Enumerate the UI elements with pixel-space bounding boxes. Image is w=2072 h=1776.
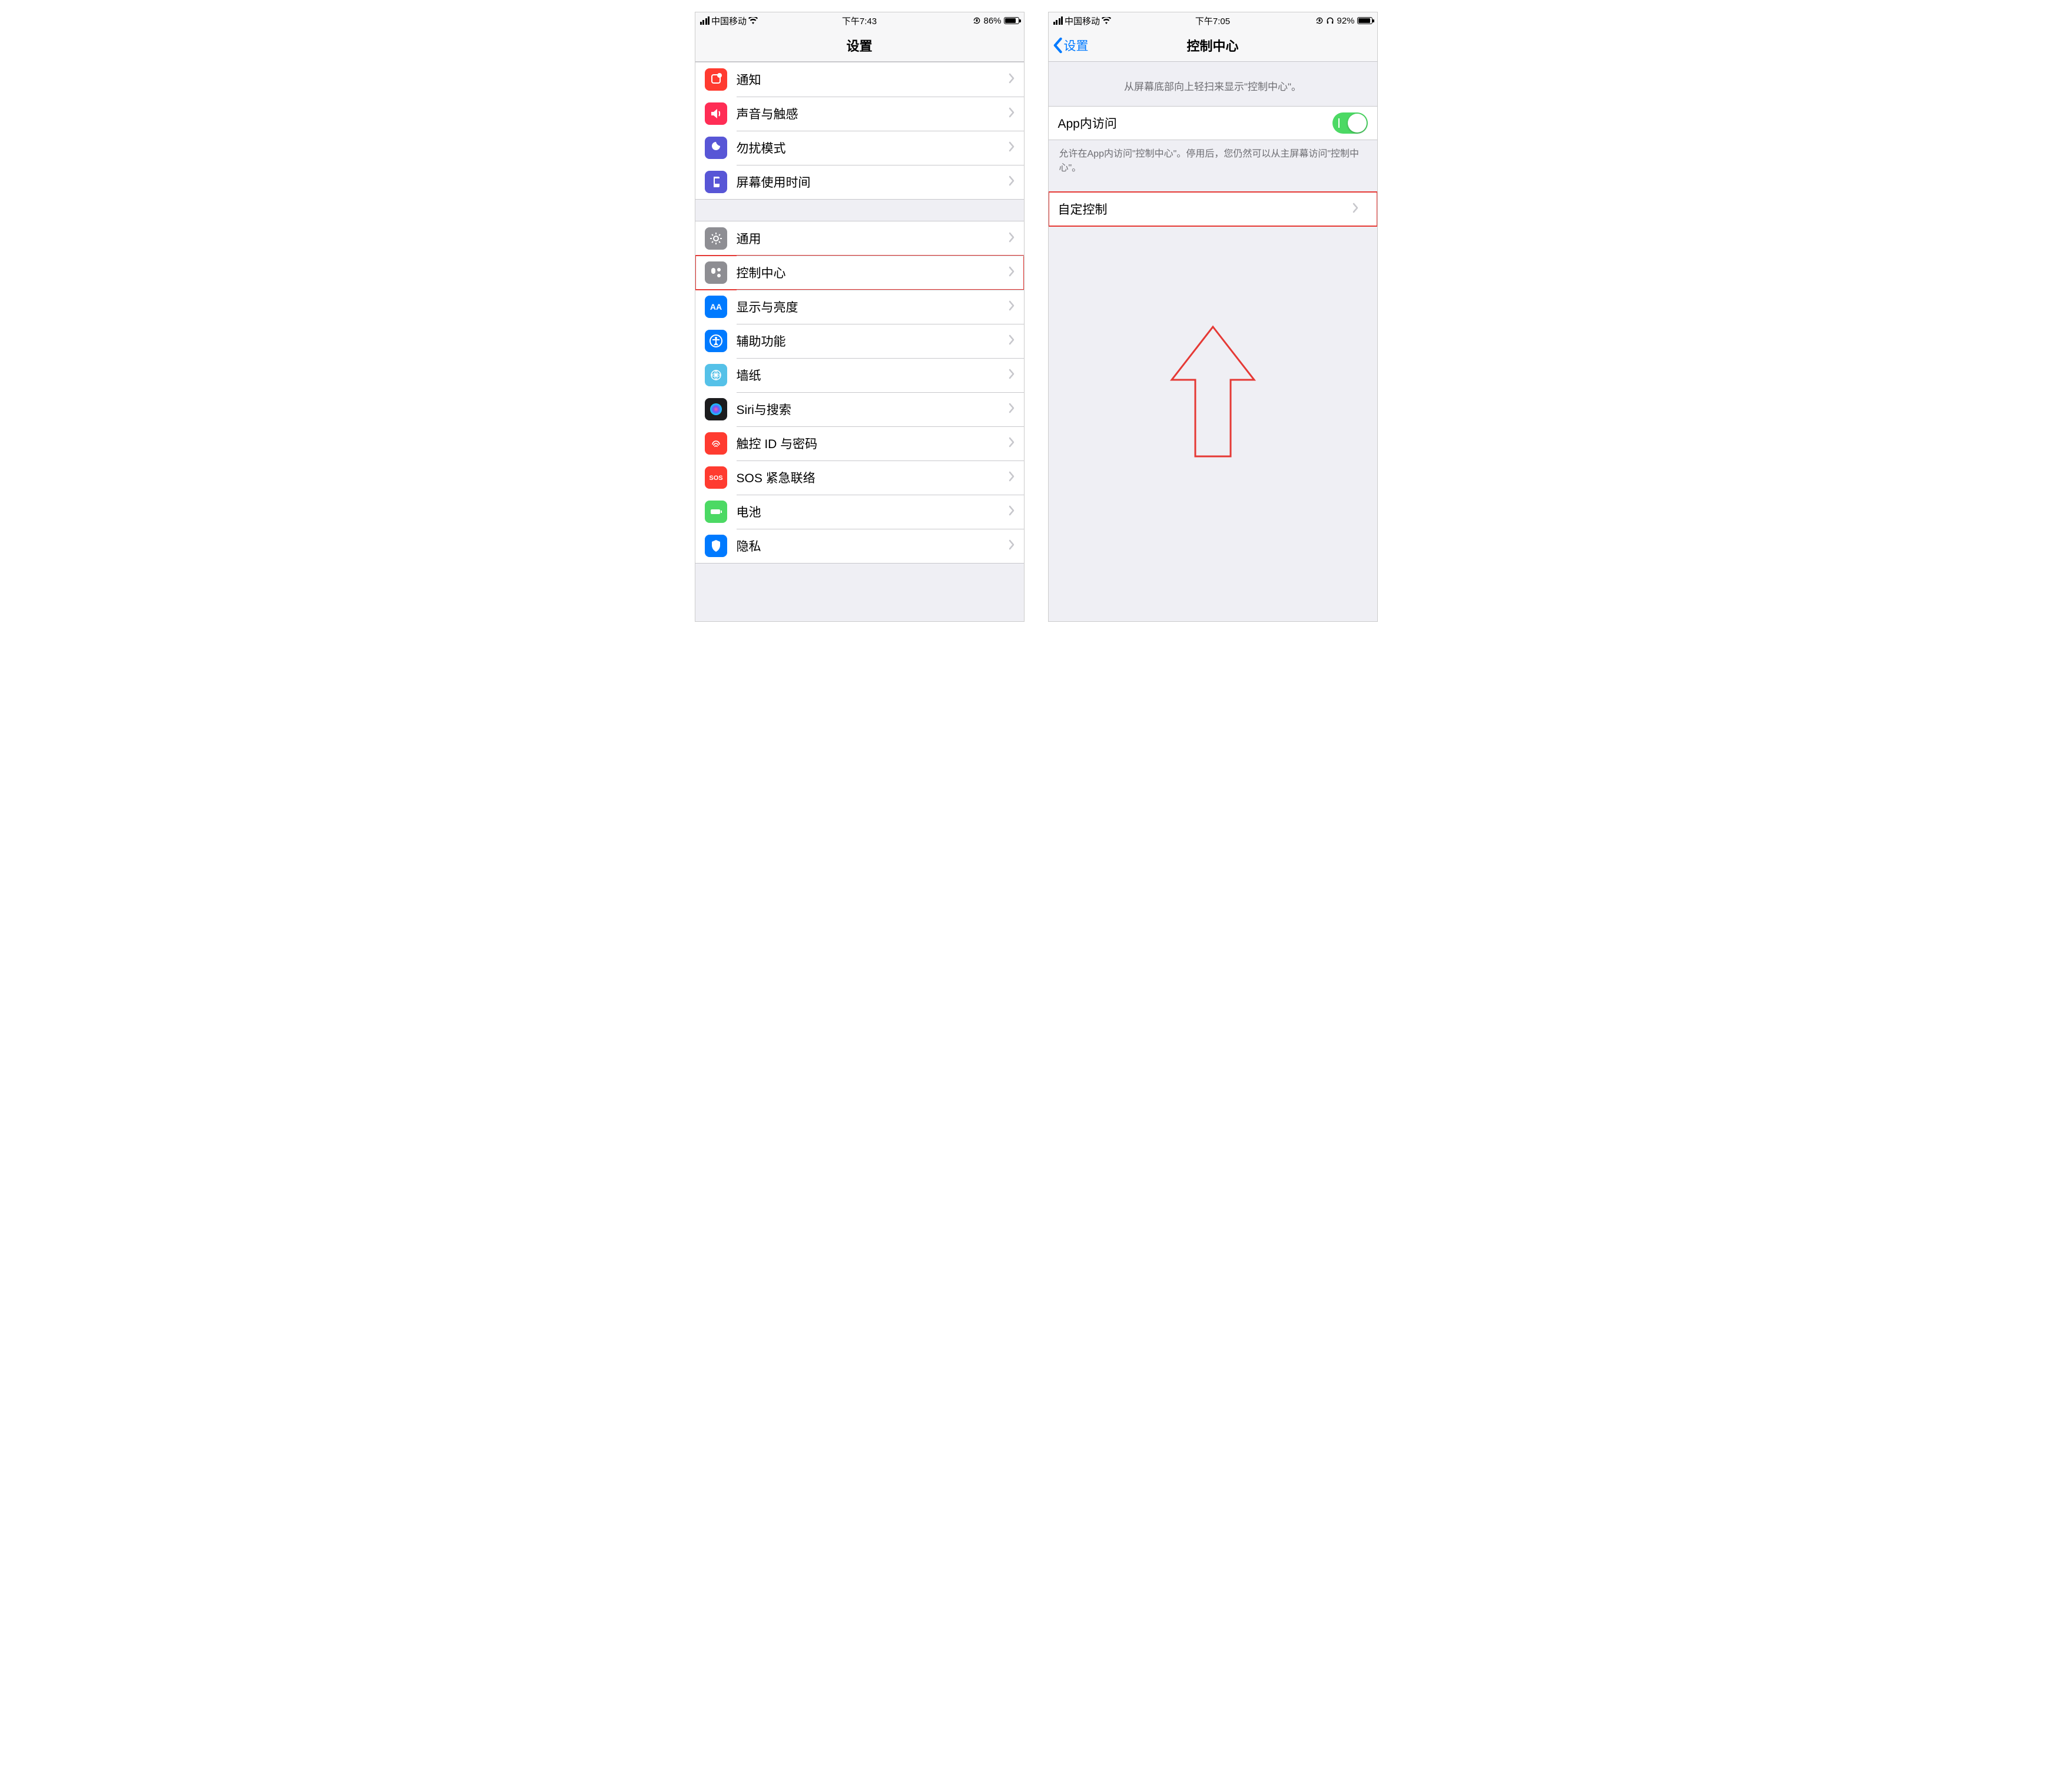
chevron-right-icon bbox=[1009, 471, 1024, 485]
row-notifications[interactable]: 通知 bbox=[695, 62, 1024, 97]
nav-title: 设置 bbox=[695, 36, 1024, 55]
carrier-label: 中国移动 bbox=[711, 15, 747, 27]
headphones-icon bbox=[1326, 16, 1334, 25]
notifications-icon bbox=[705, 68, 727, 91]
chevron-right-icon bbox=[1009, 107, 1024, 121]
row-label: 勿扰模式 bbox=[737, 139, 1009, 157]
row-wallpaper[interactable]: 墙纸 bbox=[695, 358, 1024, 392]
display-icon: AA bbox=[705, 296, 727, 318]
chevron-right-icon bbox=[1009, 403, 1024, 416]
control-center-screen: 中国移动 下午7:05 92% 设置 控制中心 从屏幕底部向上轻扫来显示"控制中… bbox=[1048, 12, 1378, 622]
wifi-icon bbox=[1102, 17, 1111, 24]
row-dnd[interactable]: 勿扰模式 bbox=[695, 131, 1024, 165]
chevron-left-icon bbox=[1052, 37, 1063, 54]
battery-icon bbox=[1357, 17, 1373, 24]
touchid-icon bbox=[705, 432, 727, 455]
signal-icon bbox=[1053, 16, 1063, 25]
row-label: 控制中心 bbox=[737, 264, 1009, 281]
carrier-label: 中国移动 bbox=[1065, 15, 1100, 27]
customize-controls-label: 自定控制 bbox=[1058, 200, 1352, 218]
settings-screen: 中国移动 下午7:43 86% 设置 通知声音与触感勿扰模式屏幕使用时间通用控制… bbox=[695, 12, 1025, 622]
nav-bar: 设置 控制中心 bbox=[1049, 29, 1377, 62]
row-label: 通用 bbox=[737, 230, 1009, 247]
row-label: 隐私 bbox=[737, 537, 1009, 555]
battery-pct: 86% bbox=[983, 16, 1001, 26]
accessibility-icon bbox=[705, 330, 727, 352]
wifi-icon bbox=[748, 17, 758, 24]
row-privacy[interactable]: 隐私 bbox=[695, 529, 1024, 563]
row-screentime[interactable]: 屏幕使用时间 bbox=[695, 165, 1024, 199]
chevron-right-icon bbox=[1009, 232, 1024, 246]
row-label: 触控 ID 与密码 bbox=[737, 435, 1009, 452]
row-siri[interactable]: Siri与搜索 bbox=[695, 392, 1024, 426]
chevron-right-icon bbox=[1352, 203, 1368, 216]
row-label: 显示与亮度 bbox=[737, 298, 1009, 316]
chevron-right-icon bbox=[1009, 539, 1024, 553]
chevron-right-icon bbox=[1009, 266, 1024, 280]
row-label: 辅助功能 bbox=[737, 332, 1009, 350]
app-access-footer: 允许在App内访问"控制中心"。停用后，您仍然可以从主屏幕访问"控制中心"。 bbox=[1049, 140, 1377, 192]
screentime-icon bbox=[705, 171, 727, 193]
app-access-label: App内访问 bbox=[1058, 114, 1332, 132]
svg-text:AA: AA bbox=[710, 302, 721, 312]
sounds-icon bbox=[705, 102, 727, 125]
battery-icon bbox=[1004, 17, 1019, 24]
sos-icon: SOS bbox=[705, 466, 727, 489]
app-access-toggle[interactable] bbox=[1332, 112, 1368, 134]
row-label: 电池 bbox=[737, 503, 1009, 521]
wallpaper-icon bbox=[705, 364, 727, 386]
orientation-lock-icon bbox=[1315, 16, 1324, 25]
row-general[interactable]: 通用 bbox=[695, 221, 1024, 256]
row-sos[interactable]: SOS SOS 紧急联络 bbox=[695, 460, 1024, 495]
app-access-row[interactable]: App内访问 bbox=[1049, 106, 1377, 140]
row-label: Siri与搜索 bbox=[737, 400, 1009, 418]
siri-icon bbox=[705, 398, 727, 420]
status-bar: 中国移动 下午7:05 92% bbox=[1049, 12, 1377, 29]
general-icon bbox=[705, 227, 727, 250]
chevron-right-icon bbox=[1009, 505, 1024, 519]
back-label: 设置 bbox=[1064, 37, 1089, 54]
chevron-right-icon bbox=[1009, 141, 1024, 155]
status-bar: 中国移动 下午7:43 86% bbox=[695, 12, 1024, 29]
svg-text:SOS: SOS bbox=[709, 475, 722, 482]
row-sounds[interactable]: 声音与触感 bbox=[695, 97, 1024, 131]
intro-text: 从屏幕底部向上轻扫来显示"控制中心"。 bbox=[1049, 62, 1377, 106]
back-button[interactable]: 设置 bbox=[1049, 37, 1089, 54]
row-label: 通知 bbox=[737, 71, 1009, 88]
row-battery[interactable]: 电池 bbox=[695, 495, 1024, 529]
row-display[interactable]: AA 显示与亮度 bbox=[695, 290, 1024, 324]
annotation-arrow-up bbox=[1166, 321, 1260, 465]
row-controlcenter[interactable]: 控制中心 bbox=[695, 256, 1024, 290]
row-label: 墙纸 bbox=[737, 366, 1009, 384]
chevron-right-icon bbox=[1009, 369, 1024, 382]
row-touchid[interactable]: 触控 ID 与密码 bbox=[695, 426, 1024, 460]
chevron-right-icon bbox=[1009, 175, 1024, 189]
battery-icon bbox=[705, 501, 727, 523]
chevron-right-icon bbox=[1009, 300, 1024, 314]
row-label: SOS 紧急联络 bbox=[737, 469, 1009, 486]
signal-icon bbox=[700, 16, 710, 25]
chevron-right-icon bbox=[1009, 73, 1024, 87]
status-time: 下午7:05 bbox=[1159, 15, 1266, 27]
orientation-lock-icon bbox=[973, 16, 981, 25]
privacy-icon bbox=[705, 535, 727, 557]
dnd-icon bbox=[705, 137, 727, 159]
nav-bar: 设置 bbox=[695, 29, 1024, 62]
chevron-right-icon bbox=[1009, 437, 1024, 450]
row-label: 声音与触感 bbox=[737, 105, 1009, 122]
controlcenter-icon bbox=[705, 261, 727, 284]
row-label: 屏幕使用时间 bbox=[737, 173, 1009, 191]
status-time: 下午7:43 bbox=[806, 15, 913, 27]
chevron-right-icon bbox=[1009, 334, 1024, 348]
nav-title: 控制中心 bbox=[1049, 36, 1377, 55]
customize-controls-row[interactable]: 自定控制 bbox=[1049, 192, 1377, 226]
row-accessibility[interactable]: 辅助功能 bbox=[695, 324, 1024, 358]
battery-pct: 92% bbox=[1337, 16, 1354, 26]
